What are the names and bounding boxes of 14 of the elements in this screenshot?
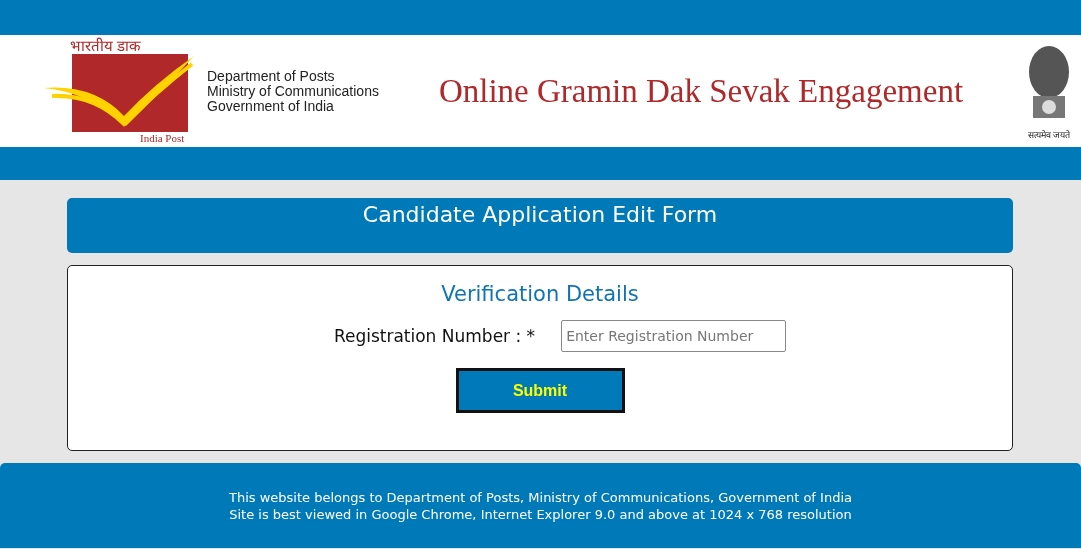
organization-name: Department of Posts bbox=[207, 68, 336, 84]
logo-hindi-text: भारतीय डाक bbox=[70, 38, 141, 54]
submit-button[interactable]: Submit bbox=[455, 368, 625, 413]
footer-text: Site is best viewed in Google Chrome, Internet Explorer 9.0 and above at 1024 x 768 resolution bbox=[229, 506, 852, 522]
field-label: Registration Number : * bbox=[333, 326, 536, 346]
organization-name: Ministry of Communications bbox=[207, 83, 379, 99]
logo-caption: India Post bbox=[140, 132, 185, 144]
organization-name: Government of India bbox=[207, 98, 335, 114]
registration-number-field[interactable]: Enter Registration Number bbox=[561, 320, 787, 352]
footer-text: This website belongs to Department of Posts, Ministry of Communications, Government of India bbox=[229, 489, 852, 505]
form-heading: Verification Details bbox=[441, 282, 639, 306]
emblem-motto: सत्यमेव जयते bbox=[1027, 128, 1071, 141]
page-title: Candidate Application Edit Form bbox=[362, 202, 718, 229]
site-title: Online Gramin Dak Sevak Engagement bbox=[437, 72, 965, 110]
